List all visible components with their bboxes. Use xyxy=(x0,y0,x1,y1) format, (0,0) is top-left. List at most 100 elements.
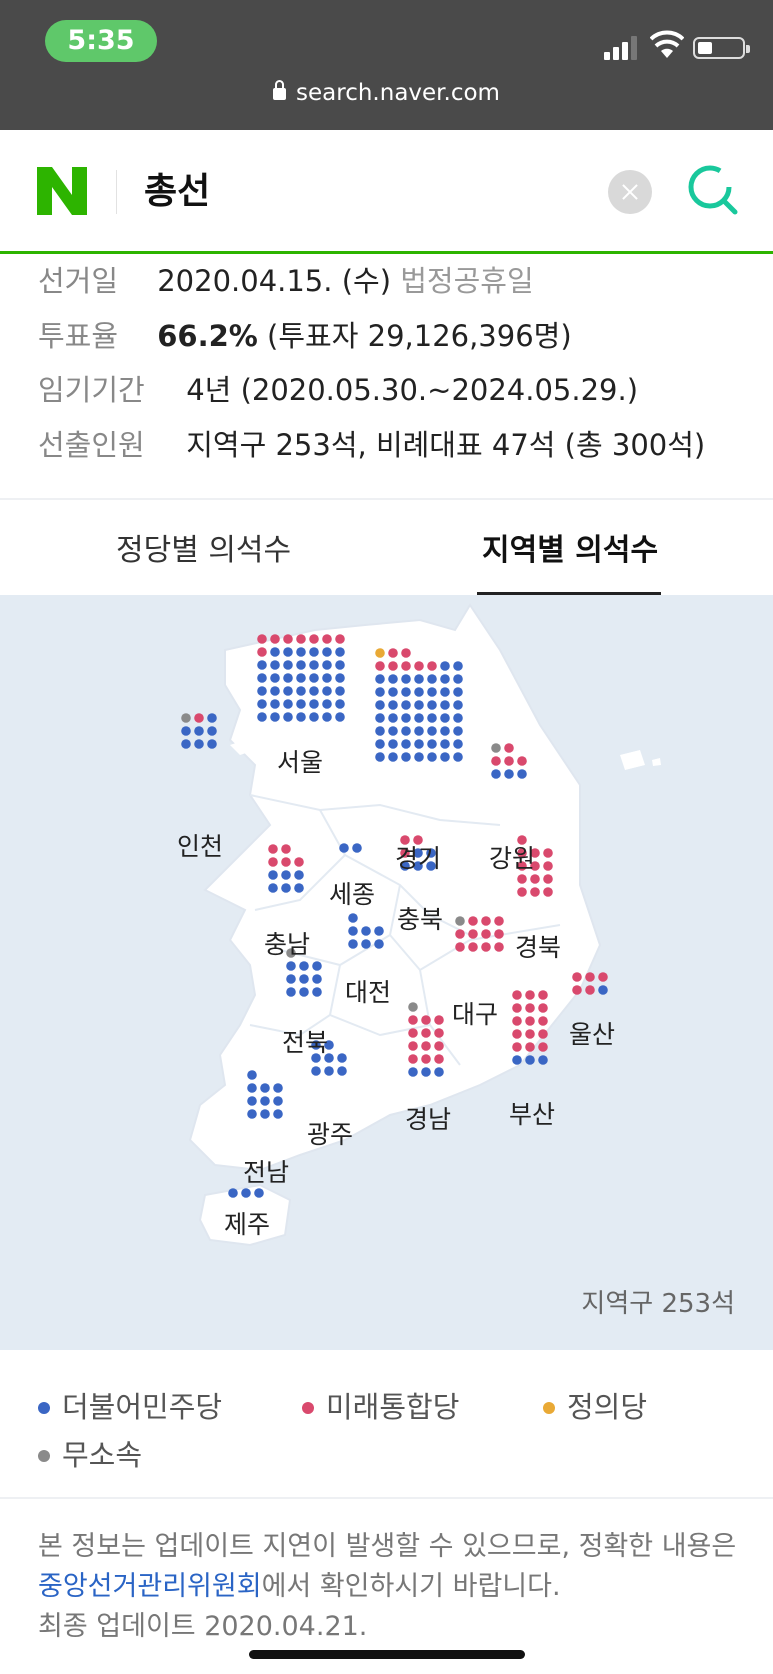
region-label[interactable]: 경남 xyxy=(405,1100,451,1136)
region-label[interactable]: 제주 xyxy=(224,1205,270,1241)
region-label[interactable]: 세종 xyxy=(329,875,375,911)
info-seats: 선출인원 지역구 253석, 비례대표 47석 (총 300석) xyxy=(38,422,705,464)
region-label[interactable]: 경기 xyxy=(395,839,441,875)
address-bar[interactable]: search.naver.com xyxy=(0,80,773,106)
seat-dot xyxy=(481,916,491,926)
seat-dot xyxy=(312,961,322,971)
seat-dot xyxy=(286,974,296,984)
seat-dot xyxy=(538,1055,548,1065)
election-day-value: 2020.04.15. (수) xyxy=(157,264,392,298)
term-label: 임기기간 xyxy=(38,373,145,407)
seat-dot xyxy=(260,1109,270,1119)
term-value: 4년 (2020.05.30.~2024.05.29.) xyxy=(186,373,639,407)
seat-dot xyxy=(374,939,384,949)
seat-dot xyxy=(281,870,291,880)
seat-dot xyxy=(335,712,345,722)
seat-dot xyxy=(440,661,450,671)
tab-party-seats[interactable]: 정당별 의석수 xyxy=(116,525,291,569)
seat-dot xyxy=(468,942,478,952)
seats-label: 선출인원 xyxy=(38,428,145,462)
seat-dot xyxy=(388,726,398,736)
seat-dot xyxy=(260,1096,270,1106)
seat-dot xyxy=(543,861,553,871)
seat-dot xyxy=(427,687,437,697)
update-date: 최종 업데이트 2020.04.21. xyxy=(38,1611,368,1642)
seat-dot xyxy=(247,1083,257,1093)
party-legend: 더불어민주당 미래통합당 정의당 무소속 xyxy=(0,1350,773,1498)
seat-dot xyxy=(309,712,319,722)
seat-dot xyxy=(434,1041,444,1051)
region-label[interactable]: 광주 xyxy=(307,1115,353,1151)
seat-dot xyxy=(322,634,332,644)
region-label[interactable]: 부산 xyxy=(509,1095,555,1131)
seat-dot xyxy=(401,739,411,749)
seat-dot xyxy=(273,1109,283,1119)
search-icon[interactable] xyxy=(685,162,741,218)
seat-dot xyxy=(283,699,293,709)
seat-dot xyxy=(388,674,398,684)
seat-dot xyxy=(427,713,437,723)
seat-dot xyxy=(517,769,527,779)
region-label[interactable]: 인천 xyxy=(177,827,223,863)
seat-dot xyxy=(453,674,463,684)
seat-dot xyxy=(247,1070,257,1080)
region-label[interactable]: 대구 xyxy=(452,995,498,1031)
turnout-label: 투표율 xyxy=(38,319,119,353)
seat-dot xyxy=(517,756,527,766)
region-label[interactable]: 서울 xyxy=(277,743,323,779)
seat-dot xyxy=(494,929,504,939)
seat-dot xyxy=(375,726,385,736)
seat-dot xyxy=(408,1041,418,1051)
seat-dot xyxy=(309,647,319,657)
seat-dot xyxy=(247,1096,257,1106)
seat-dot xyxy=(281,883,291,893)
region-label[interactable]: 대전 xyxy=(345,973,391,1009)
blue-dot-icon xyxy=(38,1402,50,1414)
seat-dot xyxy=(421,1054,431,1064)
seat-dot xyxy=(427,674,437,684)
seat-dot xyxy=(294,870,304,880)
seat-dot xyxy=(453,739,463,749)
region-label[interactable]: 충남 xyxy=(264,925,310,961)
tab-region-seats[interactable]: 지역별 의석수 xyxy=(482,525,658,569)
lock-icon xyxy=(273,80,287,100)
seat-dot xyxy=(512,1016,522,1026)
seat-dot xyxy=(388,661,398,671)
seat-dot xyxy=(207,713,217,723)
seat-dot xyxy=(257,647,267,657)
seat-dot xyxy=(361,926,371,936)
seat-dot xyxy=(296,634,306,644)
seat-dot xyxy=(388,648,398,658)
region-label[interactable]: 경북 xyxy=(515,928,561,964)
seat-dot xyxy=(512,990,522,1000)
seat-dot xyxy=(335,647,345,657)
seat-dot xyxy=(598,985,608,995)
seat-dot xyxy=(525,1003,535,1013)
seat-dot xyxy=(427,661,437,671)
seat-dot xyxy=(294,883,304,893)
home-indicator[interactable] xyxy=(249,1650,525,1659)
seat-dot xyxy=(453,726,463,736)
seat-dot xyxy=(257,712,267,722)
seat-dot xyxy=(309,660,319,670)
region-label[interactable]: 울산 xyxy=(569,1015,615,1051)
seat-dot xyxy=(339,843,349,853)
seat-dot xyxy=(283,686,293,696)
seat-dot xyxy=(270,647,280,657)
naver-logo[interactable] xyxy=(37,167,87,215)
region-label[interactable]: 전남 xyxy=(243,1153,289,1189)
seat-dot xyxy=(525,990,535,1000)
seat-dot xyxy=(296,647,306,657)
seat-dot xyxy=(388,739,398,749)
search-query[interactable]: 총선 xyxy=(144,162,210,214)
clear-search-button[interactable] xyxy=(608,170,652,214)
nec-link[interactable]: 중앙선거관리위원회 xyxy=(38,1571,262,1602)
seat-dot xyxy=(538,1029,548,1039)
region-label[interactable]: 충북 xyxy=(397,900,443,936)
update-notice: 본 정보는 업데이트 지연이 발생할 수 있으므로, 정확한 내용은 중앙선거관… xyxy=(38,1527,738,1647)
gray-dot-icon xyxy=(38,1450,50,1462)
region-label[interactable]: 강원 xyxy=(489,839,535,875)
region-label[interactable]: 전북 xyxy=(282,1023,328,1059)
seat-dot xyxy=(309,634,319,644)
seat-dot xyxy=(296,712,306,722)
